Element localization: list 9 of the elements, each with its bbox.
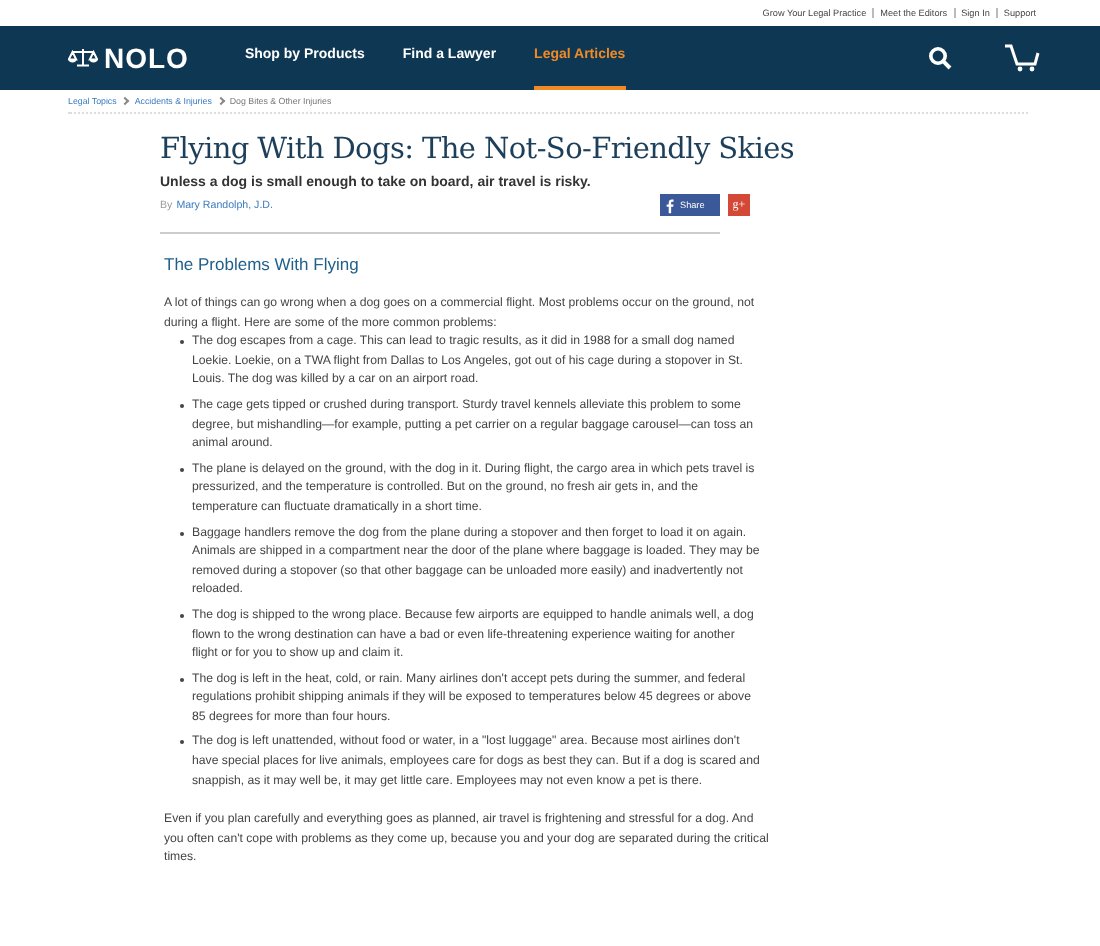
facebook-icon xyxy=(666,197,674,213)
scales-icon xyxy=(68,48,98,68)
search-icon[interactable] xyxy=(928,46,952,70)
logo-text[interactable]: NOLO xyxy=(104,42,189,74)
section-heading: The Problems With Flying xyxy=(164,254,361,274)
chevron-icon xyxy=(121,96,130,106)
article-title: Flying With Dogs: The Not-So-Friendly Skies xyxy=(160,132,795,170)
chevron-icon xyxy=(216,96,225,106)
cart-icon[interactable] xyxy=(1004,44,1040,72)
